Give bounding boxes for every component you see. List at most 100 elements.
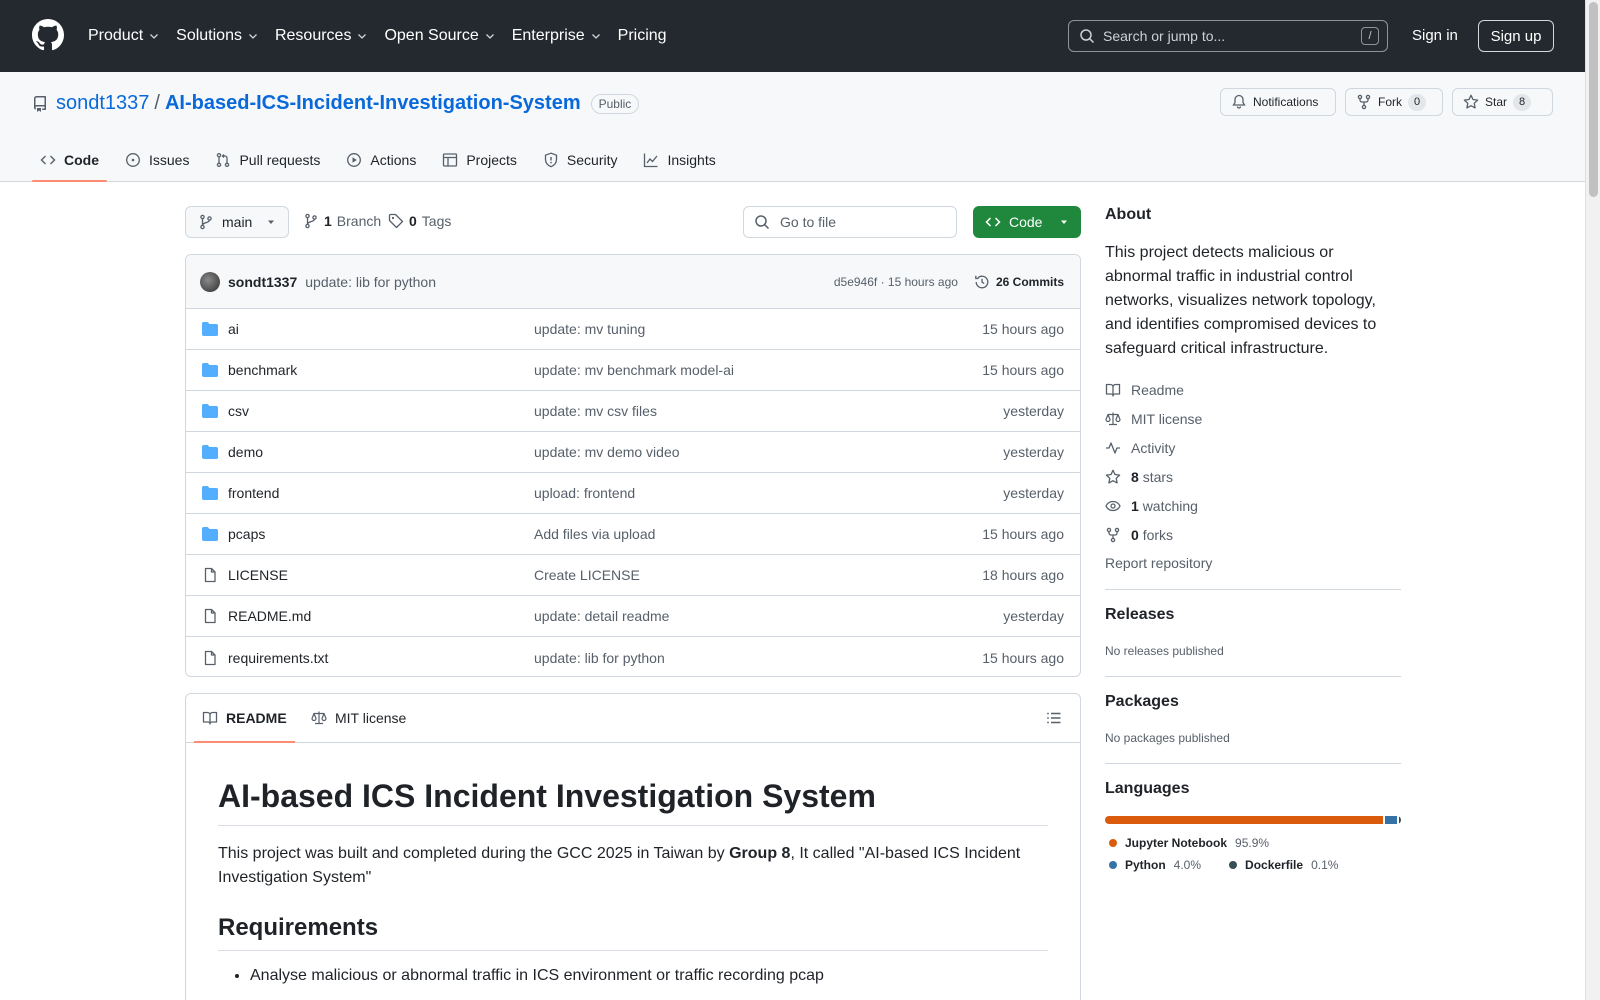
table-row: requirements.txt update: lib for python 15…	[186, 637, 1080, 676]
forks-link[interactable]: 0 forks	[1105, 520, 1401, 549]
sign-up-button[interactable]: Sign up	[1478, 20, 1554, 52]
activity-link[interactable]: Activity	[1105, 433, 1401, 462]
page-scrollbar[interactable]	[1585, 0, 1600, 1000]
nav-pricing[interactable]: Pricing	[618, 22, 667, 50]
file-name-link[interactable]: LICENSE	[202, 567, 534, 583]
file-commit-message[interactable]: Add files via upload	[534, 526, 982, 542]
language-item[interactable]: Jupyter Notebook 95.9%	[1105, 832, 1269, 854]
activity-link-label: Activity	[1131, 439, 1176, 456]
tab-projects[interactable]: Projects	[434, 140, 525, 180]
language-bar	[1105, 816, 1401, 824]
issue-icon	[126, 153, 140, 167]
file-icon	[202, 608, 218, 624]
branch-select-button[interactable]: main	[185, 206, 289, 238]
repo-separator: /	[154, 92, 160, 114]
fork-button[interactable]: Fork 0	[1345, 88, 1443, 116]
tab-actions[interactable]: Actions	[338, 140, 424, 180]
tab-issues-label: Issues	[149, 152, 190, 168]
tab-security[interactable]: Security	[535, 140, 626, 180]
nav-open-source[interactable]: Open Source	[384, 22, 495, 50]
file-name-link[interactable]: ai	[202, 321, 534, 337]
repo-name-link[interactable]: AI-based-ICS-Incident-Investigation-Syst…	[165, 92, 581, 115]
tag-icon	[388, 213, 404, 229]
global-header: Product Solutions Resources Open Source …	[0, 0, 1585, 72]
file-commit-date: 18 hours ago	[982, 567, 1064, 583]
watching-link[interactable]: 1 watching	[1105, 491, 1401, 520]
law-icon	[311, 711, 327, 725]
packages-heading[interactable]: Packages	[1105, 693, 1401, 711]
file-commit-message[interactable]: update: mv demo video	[534, 444, 1003, 460]
tab-license[interactable]: MIT license	[311, 694, 406, 742]
language-item[interactable]: Dockerfile 0.1%	[1225, 854, 1338, 876]
table-row: LICENSE Create LICENSE 18 hours ago	[186, 555, 1080, 596]
about-heading: About	[1105, 206, 1152, 223]
file-commit-date: 15 hours ago	[982, 526, 1064, 542]
tab-pull-requests[interactable]: Pull requests	[207, 140, 328, 180]
star-icon	[1463, 94, 1479, 109]
stars-link[interactable]: 8 stars	[1105, 462, 1401, 491]
file-name: csv	[228, 403, 249, 419]
language-item[interactable]: Python 4.0%	[1105, 854, 1201, 876]
sign-in-link[interactable]: Sign in	[1412, 27, 1458, 44]
report-repository-link[interactable]: Report repository	[1105, 555, 1401, 577]
tab-code[interactable]: Code	[32, 140, 107, 182]
releases-heading[interactable]: Releases	[1105, 606, 1401, 624]
go-to-file-input[interactable]: Go to file	[743, 206, 957, 238]
file-name-link[interactable]: pcaps	[202, 526, 534, 542]
star-button[interactable]: Star 8	[1452, 88, 1553, 116]
file-name-link[interactable]: demo	[202, 444, 534, 460]
file-commit-date: yesterday	[1003, 444, 1064, 460]
file-name-link[interactable]: README.md	[202, 608, 534, 624]
file-commit-date: yesterday	[1003, 608, 1064, 624]
file-name-link[interactable]: frontend	[202, 485, 534, 501]
code-dropdown-button[interactable]: Code	[973, 206, 1081, 238]
tab-issues[interactable]: Issues	[117, 140, 197, 180]
nav-solutions[interactable]: Solutions	[176, 22, 259, 50]
github-logo-icon[interactable]	[32, 19, 64, 51]
nav-enterprise[interactable]: Enterprise	[512, 22, 602, 50]
readme-link[interactable]: Readme	[1105, 375, 1401, 404]
avatar[interactable]	[200, 271, 220, 292]
file-commit-message[interactable]: update: mv tuning	[534, 321, 982, 337]
tab-readme[interactable]: README	[194, 694, 295, 743]
file-commit-message[interactable]: update: mv csv files	[534, 403, 1003, 419]
file-name: LICENSE	[228, 567, 288, 583]
file-commit-message[interactable]: update: lib for python	[534, 650, 982, 666]
license-link[interactable]: MIT license	[1105, 404, 1401, 433]
branch-count: 1	[324, 213, 332, 229]
triangle-down-icon	[268, 220, 274, 224]
file-name-link[interactable]: requirements.txt	[202, 650, 534, 666]
scrollbar-thumb[interactable]	[1589, 2, 1598, 197]
file-commit-message[interactable]: Create LICENSE	[534, 567, 982, 583]
commit-message-link[interactable]: update: lib for python	[305, 274, 834, 290]
commit-meta[interactable]: d5e946f · 15 hours ago	[834, 275, 958, 289]
nav-resources[interactable]: Resources	[275, 22, 368, 50]
language-list: Jupyter Notebook 95.9% Python 4.0% Dockerfil…	[1105, 832, 1401, 876]
repo-owner-link[interactable]: sondt1337	[56, 92, 149, 115]
notifications-button[interactable]: Notifications	[1220, 88, 1336, 116]
file-name-link[interactable]: csv	[202, 403, 534, 419]
repo-sidebar: About This project detects malicious or …	[1105, 206, 1401, 876]
search-shortcut-key: /	[1361, 27, 1379, 45]
file-commit-message[interactable]: upload: frontend	[534, 485, 1003, 501]
branches-link[interactable]: 1 Branch	[303, 213, 381, 229]
readme-tabs: README MIT license	[186, 694, 1080, 743]
search-input[interactable]: Search or jump to... /	[1068, 20, 1388, 52]
tab-insights[interactable]: Insights	[635, 140, 723, 180]
language-bar-segment	[1385, 816, 1397, 824]
play-icon	[347, 153, 362, 167]
stars-label: stars	[1142, 468, 1174, 485]
file-commit-message[interactable]: update: detail readme	[534, 608, 1003, 624]
commits-link[interactable]: 26 Commits	[974, 274, 1064, 290]
file-name-link[interactable]: benchmark	[202, 362, 534, 378]
languages-section: Languages Jupyter Notebook 95.9% Python 4.0…	[1105, 764, 1401, 876]
commits-count-label: 26 Commits	[995, 274, 1064, 289]
readme-requirements-heading: Requirements	[218, 914, 1048, 952]
nav-product[interactable]: Product	[88, 22, 160, 50]
commit-author-link[interactable]: sondt1337	[228, 274, 297, 290]
file-name: benchmark	[228, 362, 298, 378]
file-commit-message[interactable]: update: mv benchmark model-ai	[534, 362, 982, 378]
branch-name: main	[222, 214, 253, 230]
tags-link[interactable]: 0 Tags	[388, 213, 451, 229]
outline-icon[interactable]	[1038, 702, 1070, 734]
